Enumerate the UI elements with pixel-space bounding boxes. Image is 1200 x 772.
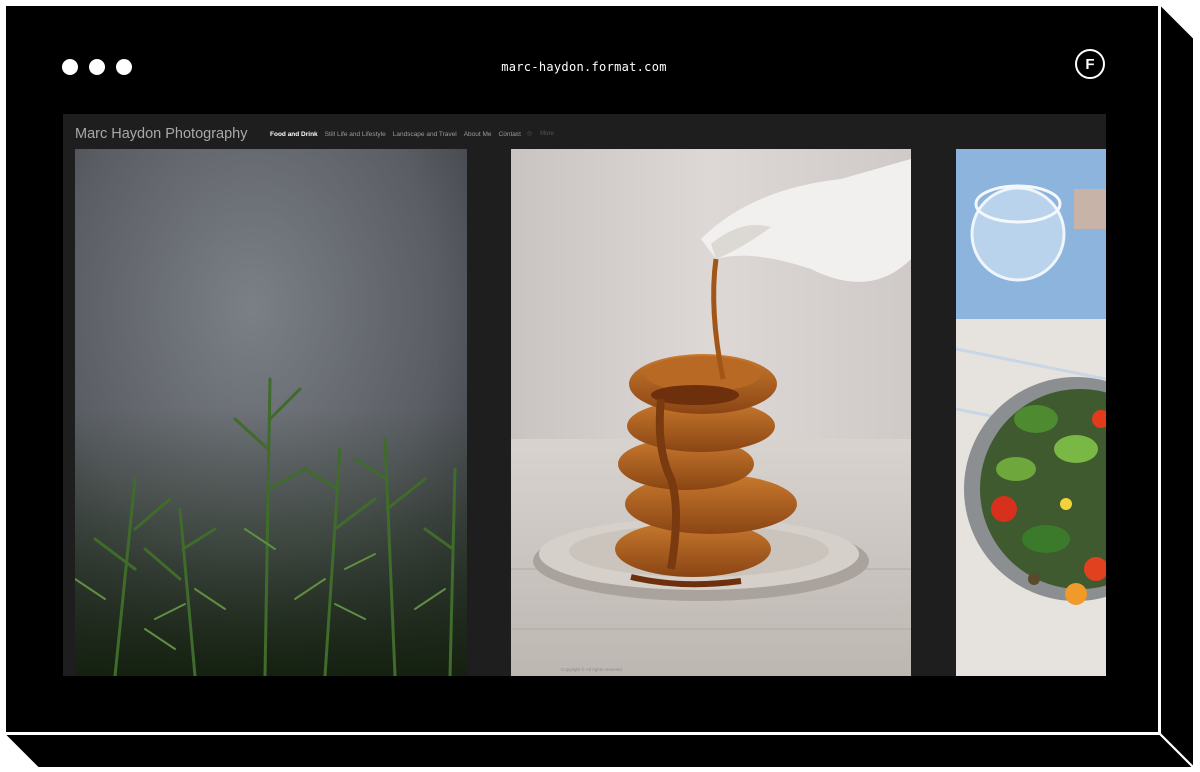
website-viewport: Marc Haydon Photography Food and Drink S…: [63, 114, 1106, 676]
nav-item-about[interactable]: About Me: [464, 131, 492, 138]
gallery-photo-rosemary[interactable]: [75, 149, 467, 676]
twitter-icon[interactable]: ●: [515, 131, 519, 137]
browser-window: marc-haydon.format.com F Marc Haydon Pho…: [4, 4, 1160, 734]
format-logo-icon[interactable]: F: [1075, 49, 1105, 79]
site-nav: Food and Drink Still Life and Lifestyle …: [270, 131, 521, 138]
site-title[interactable]: Marc Haydon Photography: [75, 126, 248, 142]
nav-item-landscape[interactable]: Landscape and Travel: [393, 131, 457, 138]
facebook-icon[interactable]: ◎: [527, 130, 532, 137]
gallery-photo-salad[interactable]: [956, 149, 1106, 676]
more-link[interactable]: More: [540, 131, 554, 137]
nav-item-food-and-drink[interactable]: Food and Drink: [270, 131, 318, 138]
social-links: ◎ ● ◎ More: [502, 130, 554, 138]
address-url[interactable]: marc-haydon.format.com: [6, 60, 1162, 74]
gallery-photo-yorkshire-puddings[interactable]: Copyright © All rights reserved: [511, 149, 911, 676]
photo-copyright: Copyright © All rights reserved: [561, 666, 622, 672]
nav-item-still-life[interactable]: Still Life and Lifestyle: [325, 131, 386, 138]
instagram-icon[interactable]: ◎: [502, 130, 507, 137]
